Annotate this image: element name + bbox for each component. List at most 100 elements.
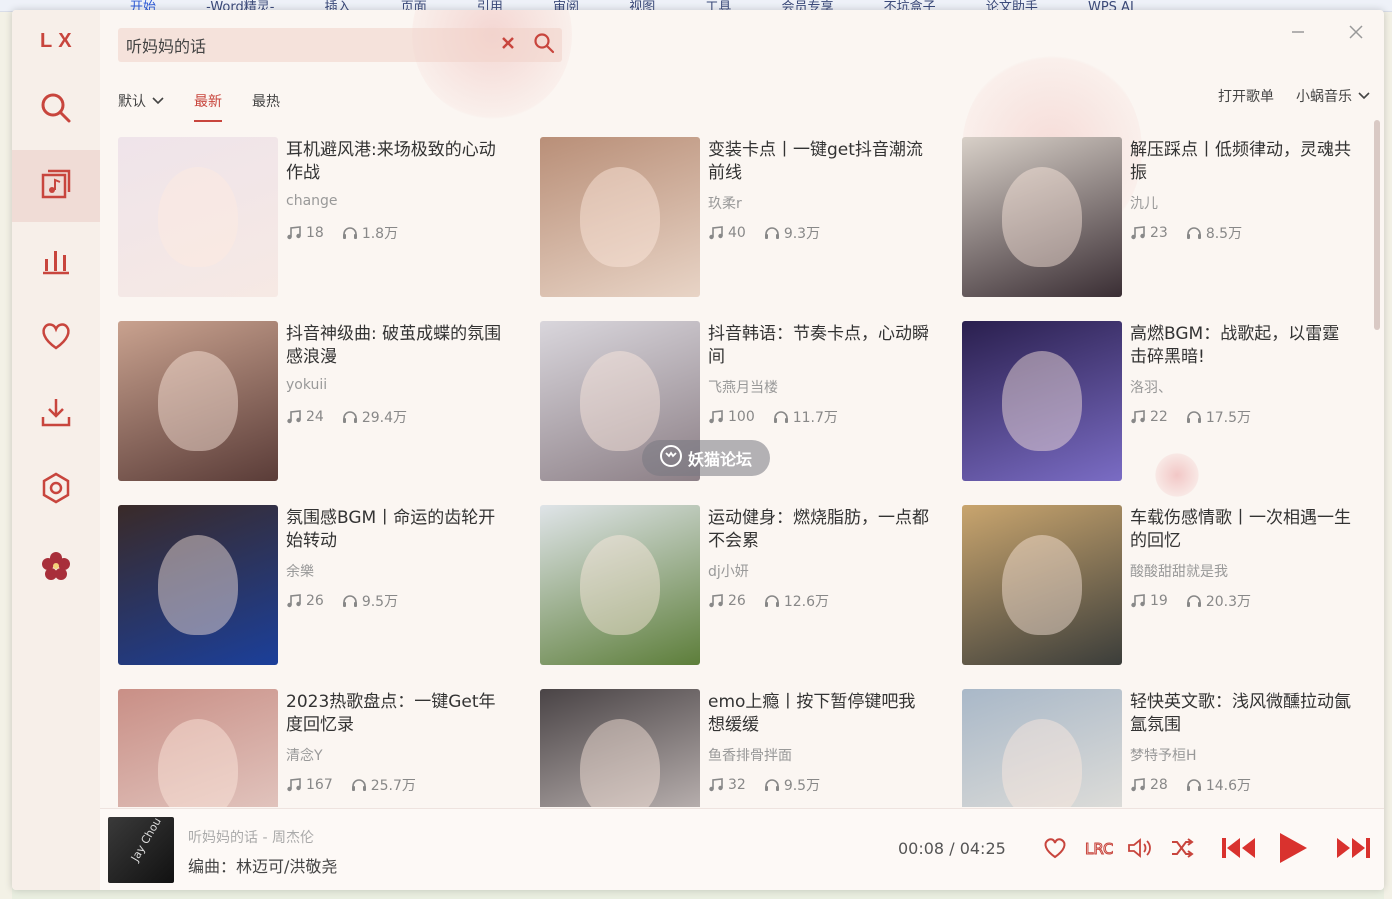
music-note-icon [287,594,301,608]
playlist-cover[interactable] [540,689,700,807]
sidebar-item-download[interactable] [12,378,100,450]
music-note-icon [709,778,723,792]
play-count: 9.5万 [764,775,820,795]
song-count-value: 167 [306,777,333,793]
song-count: 19 [1130,591,1168,611]
search-bar [118,28,562,62]
playlist-cover[interactable] [962,689,1122,807]
playlist-author: 酸酸甜甜就是我 [1130,564,1228,580]
sidebar-item-settings[interactable] [12,454,100,526]
playlist-card[interactable]: 解压踩点丨低频律动，灵魂共振 氿儿 23 8.5万 [962,137,1362,297]
playlist-title[interactable]: 车载伤感情歌丨一次相遇一生的回忆 [1130,507,1352,553]
sidebar-item-favorites[interactable] [12,302,100,374]
playlist-cover[interactable] [118,321,278,481]
playlist-title[interactable]: 抖音神级曲: 破茧成蝶的氛围感浪漫 [286,323,508,369]
song-count-value: 18 [306,225,324,241]
playlist-stats: 26 9.5万 [286,591,398,611]
sidebar-item-search[interactable] [12,74,100,146]
play-count: 12.6万 [764,591,829,611]
sort-bar: 默认 最新 最热 [118,86,310,122]
song-count: 18 [286,223,324,243]
current-time: 00:08 [898,839,945,858]
cover-art [158,535,238,635]
background-doc-left [0,12,12,899]
now-playing-title: 听妈妈的话 - 周杰伦 [188,830,314,846]
playlist-title[interactable]: 高燃BGM：战歌起，以雷霆击碎黑暗! [1130,323,1352,369]
playlist-cover[interactable] [118,689,278,807]
open-playlist-button[interactable]: 打开歌单 [1218,86,1274,106]
playlist-card[interactable]: emo上瘾丨按下暂停键吧我想缓缓鱼香排骨拌面 32 9.5万 [540,689,940,807]
close-window-button[interactable] [1342,20,1370,48]
playlist-stats: 32 9.5万 [708,775,820,795]
lyric-button[interactable]: LRC [1080,833,1116,867]
shuffle-button[interactable] [1164,833,1200,867]
playlist-cover[interactable] [540,137,700,297]
sidebar-item-leaderboard[interactable] [12,226,100,298]
playlist-card[interactable]: 2023热歌盘点：一键Get年度回忆录 清念Y 167 25.7万 [118,689,518,807]
favorite-button[interactable] [1038,833,1072,867]
headphones-icon [764,595,779,607]
headphones-icon [1186,227,1201,239]
play-count-value: 25.7万 [370,778,416,794]
skip-forward-icon [1334,835,1372,865]
playlist-title[interactable]: 抖音韩语：节奏卡点，心动瞬间 [708,323,930,369]
cover-art [158,167,238,267]
watermark-text: 妖猫论坛 [687,450,752,469]
now-playing-cover[interactable]: Jay Chou [108,817,174,883]
search-submit-button[interactable] [526,28,562,62]
playlist-card[interactable]: 氛围感BGM丨命运的齿轮开始转动 余樂 26 9.5万 [118,505,518,665]
playlist-cover[interactable] [540,505,700,665]
sort-default-dropdown[interactable]: 默认 [118,86,164,116]
clear-search-button[interactable] [490,28,526,62]
tab-hottest[interactable]: 最热 [252,86,280,116]
playlist-title[interactable]: 运动健身：燃烧脂肪，一点都不会累 [708,507,930,553]
volume-button[interactable] [1122,833,1158,867]
play-icon [1277,831,1309,869]
flower-decoration-icon [12,530,100,602]
song-count-value: 26 [728,593,746,609]
playlist-author: 鱼香排骨拌面 [708,748,792,764]
playlist-title[interactable]: 氛围感BGM丨命运的齿轮开始转动 [286,507,508,553]
playlist-card[interactable]: 耳机避风港:来场极致的心动作战 change 18 1.8万 [118,137,518,297]
previous-button[interactable] [1218,833,1260,867]
playlist-stats: 28 14.6万 [1130,775,1251,795]
sidebar-item-songlist[interactable] [12,150,100,222]
play-count: 14.6万 [1186,775,1251,795]
search-input[interactable] [118,28,490,62]
playlist-author: 洛羽、 [1130,380,1172,396]
playlist-card[interactable]: 运动健身：燃烧脂肪，一点都不会累 dj小妍 26 12.6万 [540,505,940,665]
play-count-value: 29.4万 [361,410,407,426]
tab-newest[interactable]: 最新 [194,86,222,122]
playlist-card[interactable]: 轻快英文歌：浅风微醺拉动氤氲氛围 梦特予桓H 28 14.6万 [962,689,1362,807]
minimize-button[interactable] [1284,20,1312,48]
playlist-stats: 26 12.6万 [708,591,829,611]
playlist-title[interactable]: 变装卡点丨一键get抖音潮流前线 [708,139,930,185]
playlist-cover[interactable] [118,137,278,297]
playlist-author: dj小妍 [708,564,749,580]
play-count: 11.7万 [773,407,838,427]
play-button[interactable] [1272,833,1314,867]
playlist-title[interactable]: 解压踩点丨低频律动，灵魂共振 [1130,139,1352,185]
play-count: 1.8万 [342,223,398,243]
play-count-value: 17.5万 [1205,410,1251,426]
song-count: 40 [708,223,746,243]
playlist-cover[interactable] [962,137,1122,297]
playlist-cover[interactable] [118,505,278,665]
playlist-title[interactable]: 轻快英文歌：浅风微醺拉动氤氲氛围 [1130,691,1352,737]
play-count: 9.5万 [342,591,398,611]
playlist-card[interactable]: 变装卡点丨一键get抖音潮流前线 玖柔r 40 9.3万 [540,137,940,297]
playlist-title[interactable]: 耳机避风港:来场极致的心动作战 [286,139,508,185]
scrollbar[interactable] [1374,120,1380,330]
playlist-stats: 40 9.3万 [708,223,820,243]
playlist-cover[interactable] [962,321,1122,481]
playlist-card[interactable]: 抖音神级曲: 破茧成蝶的氛围感浪漫 yokuii 24 29.4万 [118,321,518,481]
playlist-title[interactable]: emo上瘾丨按下暂停键吧我想缓缓 [708,691,930,737]
playlist-card[interactable]: 车载伤感情歌丨一次相遇一生的回忆 酸酸甜甜就是我 19 20.3万 [962,505,1362,665]
next-button[interactable] [1332,833,1374,867]
cover-art [158,719,238,807]
playlist-card[interactable]: 高燃BGM：战歌起，以雷霆击碎黑暗! 洛羽、 22 17.5万 [962,321,1362,481]
source-dropdown[interactable]: 小蜗音乐 [1296,86,1370,106]
play-count: 17.5万 [1186,407,1251,427]
playlist-cover[interactable] [962,505,1122,665]
playlist-title[interactable]: 2023热歌盘点：一键Get年度回忆录 [286,691,508,737]
